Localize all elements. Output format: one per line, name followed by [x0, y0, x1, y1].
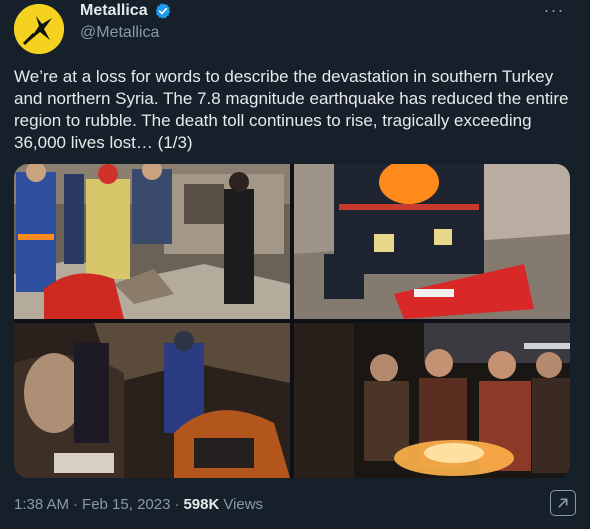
- views-label: Views: [223, 496, 264, 513]
- photo-night-rescue[interactable]: [14, 323, 290, 478]
- tweet-time[interactable]: 1:38 AM: [14, 496, 69, 513]
- meta-separator: ·: [73, 496, 79, 513]
- meta-separator-2: ·: [174, 496, 180, 513]
- media-grid: [14, 164, 570, 478]
- avatar[interactable]: [14, 4, 64, 54]
- tweet-date[interactable]: Feb 15, 2023: [82, 496, 170, 513]
- ninja-star-logo-icon: [14, 4, 64, 54]
- views-count: 598K: [183, 496, 220, 513]
- tweet-meta: 1:38 AM · Feb 15, 2023 · 598K Views: [14, 496, 263, 513]
- tweet-text: We’re at a loss for words to describe th…: [14, 67, 569, 152]
- handle[interactable]: @Metallica: [80, 24, 159, 42]
- name-row: Metallica: [80, 2, 172, 20]
- photo-rescuer-helmet[interactable]: [294, 164, 570, 319]
- photo-rescue-workers[interactable]: [14, 164, 290, 319]
- expand-icon[interactable]: [550, 490, 576, 516]
- more-options-icon[interactable]: ···: [540, 0, 568, 22]
- verified-badge-icon: [154, 2, 172, 20]
- photo-warming-by-fire[interactable]: [294, 323, 570, 478]
- tweet-card: Metallica @Metallica ··· We’re at a loss…: [0, 0, 590, 529]
- display-name[interactable]: Metallica: [80, 2, 148, 20]
